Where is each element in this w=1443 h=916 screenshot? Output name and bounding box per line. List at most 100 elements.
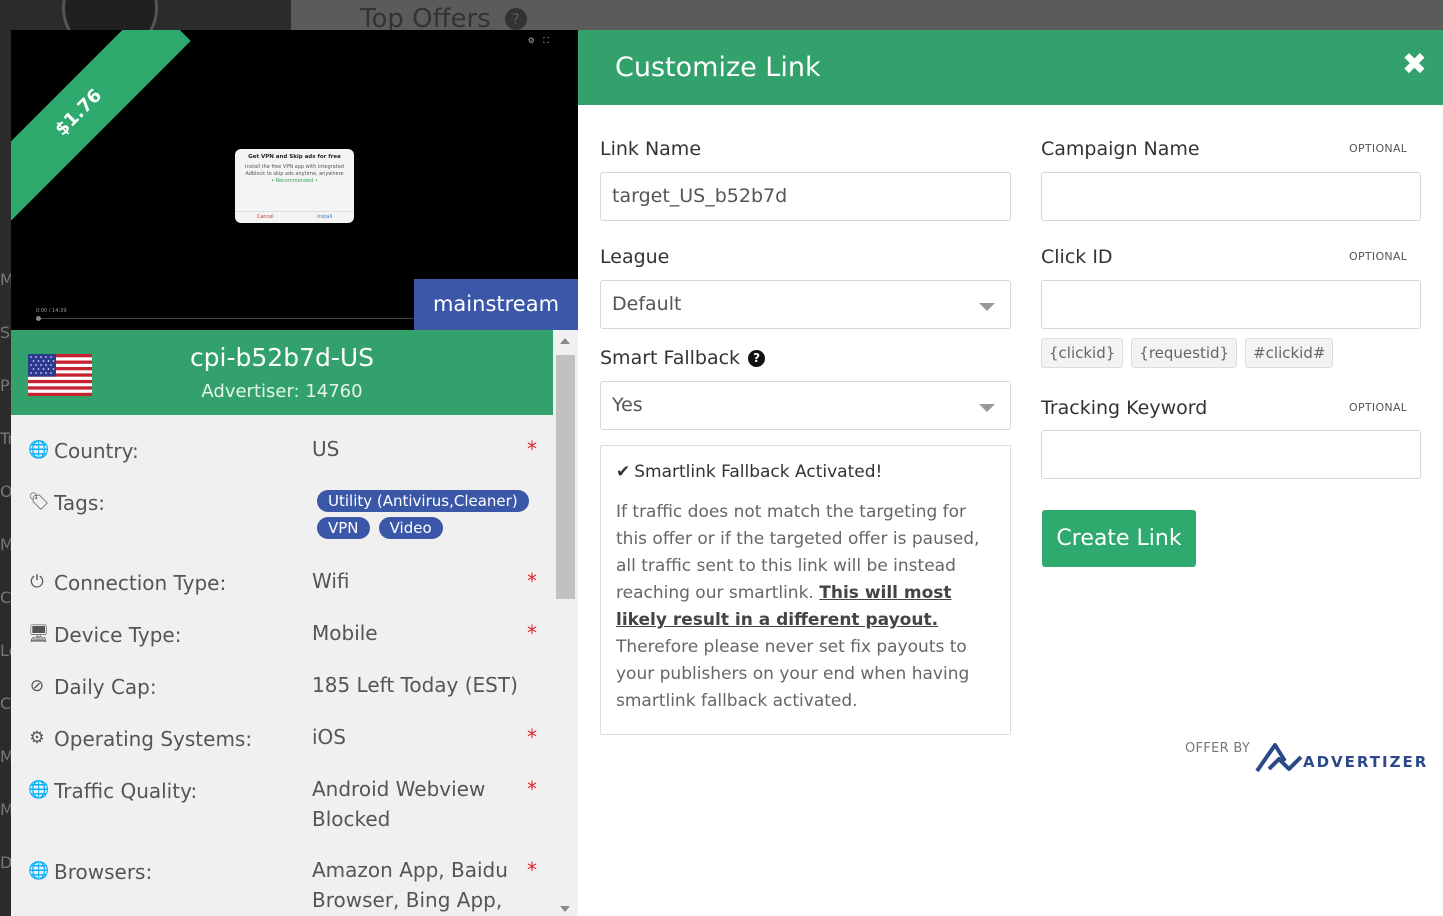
scroll-thumb[interactable] (556, 355, 575, 599)
video-settings-icons[interactable]: ⚙ ⛶ (528, 36, 552, 46)
tracking-keyword-label: Tracking Keyword (1041, 397, 1208, 419)
panel-title: Customize Link (615, 52, 821, 83)
detail-label: Country: (54, 439, 139, 463)
customize-link-panel: Customize Link ✖ Link Name target_US_b52… (578, 30, 1443, 916)
create-link-button[interactable]: Create Link (1042, 510, 1196, 567)
detail-row-daily-cap: ⊘ Daily Cap: 185 Left Today (EST) (11, 651, 553, 703)
required-marker: * (527, 858, 537, 882)
video-dialog-buttons: Cancel Install (235, 211, 354, 221)
league-label: League (600, 246, 670, 268)
click-id-input[interactable] (1041, 280, 1421, 329)
detail-row-connection-type: ⏻ Connection Type: Wifi * (11, 547, 553, 599)
tag-badge: Utility (Antivirus,Cleaner) (317, 490, 529, 512)
detail-row-country: 🌐 Country: US * (11, 415, 553, 467)
offer-advertiser: Advertiser: 14760 (201, 381, 363, 402)
notice-body: If traffic does not match the targeting … (616, 499, 995, 715)
scroll-up-arrow-icon[interactable] (560, 338, 570, 344)
video-time: 0:00 / 14:39 (36, 308, 67, 314)
advertizer-brand: ADVERTIZER (1303, 753, 1429, 771)
link-name-input[interactable]: target_US_b52b7d (600, 172, 1011, 221)
globe-icon: 🌐 (28, 861, 50, 881)
detail-row-browsers: 🌐 Browsers: Amazon App, Baidu Browser, B… (11, 836, 553, 916)
detail-row-operating-systems: ⚙ Operating Systems: iOS * (11, 703, 553, 755)
tag-badge: Video (378, 517, 443, 539)
gear-icon: ⚙ (29, 728, 45, 748)
link-name-label: Link Name (600, 138, 702, 160)
optional-label: OPTIONAL (1349, 142, 1408, 155)
video-dialog-recommended: • Recommended • (271, 178, 318, 184)
detail-row-device-type: 🖥 Device Type: Mobile * (11, 599, 553, 651)
offer-header: cpi-b52b7d-US Advertiser: 14760 (11, 330, 553, 415)
detail-value: 185 Left Today (EST) (312, 673, 518, 697)
customize-link-header: Customize Link ✖ (578, 30, 1443, 105)
tracking-keyword-input[interactable] (1041, 430, 1421, 479)
detail-value: US (312, 437, 340, 461)
detail-value: Amazon App, Baidu Browser, Bing App, (312, 858, 508, 912)
required-marker: * (527, 621, 537, 645)
tag-list: Utility (Antivirus,Cleaner) VPN Video (317, 490, 537, 544)
category-badge: mainstream (414, 279, 578, 330)
offer-details-list: 🌐 Country: US * 🏷 Tags: Utility (Antivir… (11, 415, 553, 916)
globe-icon: 🌐 (28, 780, 50, 800)
macro-chip-clickid[interactable]: {clickid} (1041, 338, 1124, 368)
desktop-icon: 🖥 (28, 624, 50, 644)
detail-label: Device Type: (54, 623, 182, 647)
macro-chip-requestid[interactable]: {requestid} (1131, 338, 1238, 368)
click-id-label: Click ID (1041, 246, 1113, 268)
video-dialog-cancel: Cancel (256, 214, 274, 220)
detail-label: Browsers: (54, 860, 153, 884)
chevron-down-icon (979, 404, 995, 412)
tag-badge: VPN (317, 517, 370, 539)
advertizer-logo-icon (1255, 743, 1303, 773)
payout-ribbon: $1.76 (11, 30, 191, 225)
check-icon: ✔ (616, 462, 631, 482)
notice-title-text: Smartlink Fallback Activated! (634, 462, 883, 482)
smartlink-fallback-notice: ✔ Smartlink Fallback Activated! If traffi… (600, 445, 1011, 735)
notice-body-text: Therefore please never set fix payouts t… (616, 637, 970, 711)
league-select[interactable]: Default (600, 280, 1011, 329)
offer-name: cpi-b52b7d-US (189, 343, 375, 372)
chevron-down-icon (979, 303, 995, 311)
campaign-name-label: Campaign Name (1041, 138, 1200, 160)
required-marker: * (527, 777, 537, 801)
tags-icon: 🏷 (28, 492, 50, 512)
macro-chip-hash-clickid[interactable]: #clickid# (1245, 338, 1334, 368)
globe-icon: 🌐 (28, 440, 50, 460)
detail-value: iOS (312, 725, 346, 749)
offer-preview-panel: ⚙ ⛶ Get VPN and Skip ads for free Instal… (11, 30, 578, 916)
video-dialog-install: Install (317, 214, 333, 220)
help-icon: ? (504, 8, 527, 30)
league-select-value: Default (612, 293, 682, 315)
offer-by-label: OFFER BY (1185, 741, 1251, 756)
detail-value: Android Webview Blocked (312, 777, 486, 831)
optional-label: OPTIONAL (1349, 250, 1408, 263)
detail-row-traffic-quality: 🌐 Traffic Quality: Android Webview Block… (11, 755, 553, 836)
detail-label: Traffic Quality: (54, 779, 198, 803)
detail-label: Connection Type: (54, 571, 227, 595)
required-marker: * (527, 569, 537, 593)
click-id-macros: {clickid} {requestid} #clickid# (1041, 338, 1341, 368)
detail-row-tags: 🏷 Tags: Utility (Antivirus,Cleaner) VPN … (11, 467, 553, 547)
power-icon: ⏻ (30, 572, 44, 592)
video-dialog-title: Get VPN and Skip ads for free (248, 154, 341, 160)
notice-title: ✔ Smartlink Fallback Activated! (616, 462, 995, 482)
ban-icon: ⊘ (29, 676, 45, 696)
required-marker: * (527, 725, 537, 749)
video-dialog: Get VPN and Skip ads for free Install th… (235, 149, 354, 223)
smart-fallback-label: Smart Fallback ? (600, 347, 766, 369)
smart-fallback-select[interactable]: Yes (600, 381, 1011, 430)
details-scrollbar[interactable] (553, 330, 578, 916)
required-marker: * (527, 437, 537, 461)
close-icon[interactable]: ✖ (1402, 50, 1427, 80)
detail-value: Mobile (312, 621, 378, 645)
video-dialog-body: Install the free VPN app with integrated… (245, 164, 344, 177)
scroll-down-arrow-icon[interactable] (560, 906, 570, 912)
question-circle-icon[interactable]: ? (748, 350, 766, 367)
detail-label: Daily Cap: (54, 675, 157, 699)
video-progress-handle[interactable] (36, 316, 41, 321)
optional-label: OPTIONAL (1349, 401, 1408, 414)
detail-label: Operating Systems: (54, 727, 253, 751)
detail-label: Tags: (54, 491, 106, 515)
detail-value: Wifi (312, 569, 350, 593)
campaign-name-input[interactable] (1041, 172, 1421, 221)
